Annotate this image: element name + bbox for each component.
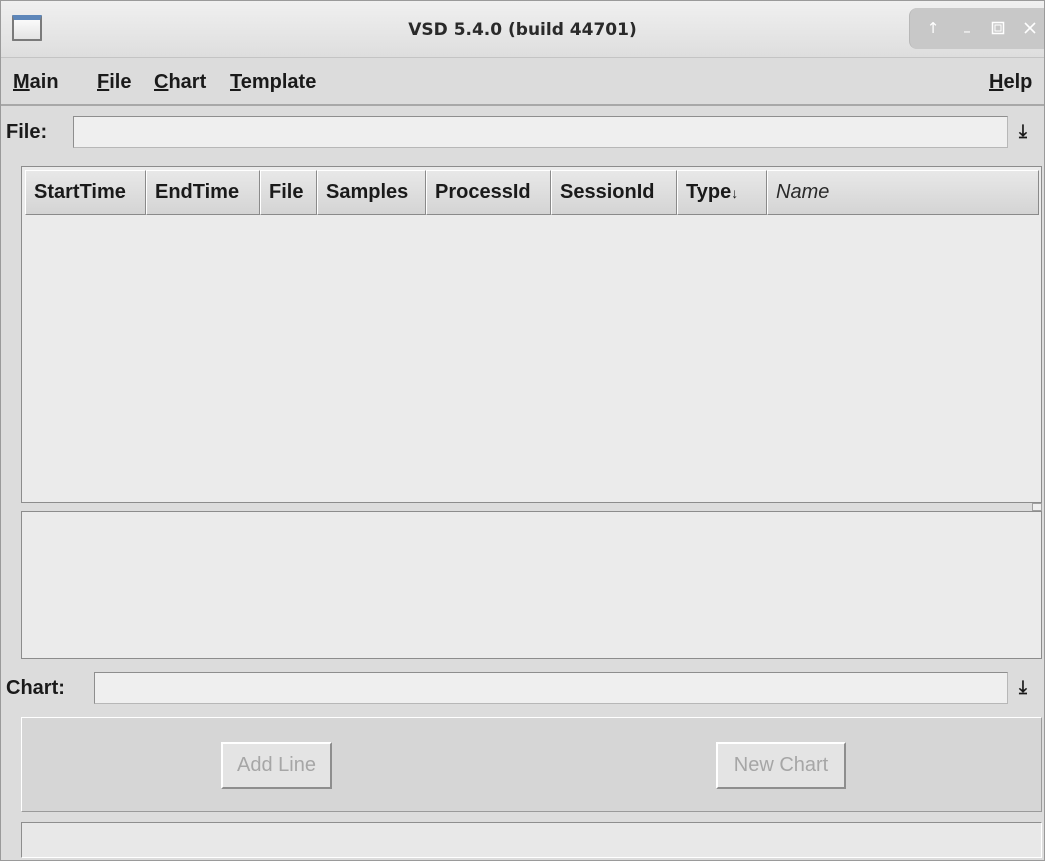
menu-chart-label: hart [168,71,207,93]
action-button-panel: Add Line New Chart [21,717,1042,812]
title-bar[interactable]: VSD 5.4.0 (build 44701) ↑ – [1,1,1044,58]
menu-main-label: ain [29,71,59,93]
column-header-type[interactable]: Type↓ [677,170,767,215]
column-header-starttime[interactable]: StartTime [25,170,146,215]
column-label: File [269,181,304,203]
menu-main[interactable]: Main [13,71,59,94]
new-chart-button[interactable]: New Chart [716,742,846,789]
sort-descending-icon: ↓ [731,185,739,201]
column-header-processid[interactable]: ProcessId [426,170,551,215]
add-line-button[interactable]: Add Line [221,742,332,789]
maximize-icon [991,21,1005,35]
column-label: Samples [326,181,409,203]
menu-help-mnemonic: H [989,71,1004,93]
menu-template[interactable]: Template [230,71,316,94]
column-label: EndTime [155,181,240,203]
column-label: SessionId [560,181,655,203]
down-to-bar-arrow-icon: ⤓ [1019,677,1027,698]
chart-combo-input[interactable] [94,672,1008,704]
stats-list-panel[interactable] [21,511,1042,659]
column-label: Name [776,181,830,203]
menu-chart[interactable]: Chart [154,71,206,94]
column-header-name[interactable]: Name [767,170,1039,215]
menu-chart-mnemonic: C [154,71,169,93]
column-label: StartTime [34,181,126,203]
menu-file-label: ile [109,71,132,93]
status-bar [21,822,1042,858]
up-arrow-icon: ↑ [926,19,940,37]
close-button[interactable] [1021,19,1039,37]
menu-file-mnemonic: F [97,71,110,93]
menu-file[interactable]: File [97,71,131,94]
minimize-button[interactable]: – [958,19,976,40]
column-header-sessionid[interactable]: SessionId [551,170,677,215]
column-header-file[interactable]: File [260,170,317,215]
menu-template-mnemonic: T [230,71,241,93]
down-to-bar-arrow-icon: ⤓ [1019,121,1027,142]
splitter-handle[interactable] [1032,503,1042,511]
column-label: ProcessId [435,181,531,203]
chart-dropdown-button[interactable]: ⤓ [1012,672,1034,704]
panel-splitter[interactable] [19,503,1044,511]
loaded-files-table[interactable]: StartTime EndTime File Samples ProcessId… [21,166,1042,503]
column-header-samples[interactable]: Samples [317,170,426,215]
column-header-endtime[interactable]: EndTime [146,170,260,215]
menu-main-mnemonic: M [13,71,30,93]
minimize-icon: – [963,22,971,40]
window-controls: ↑ – [909,8,1044,49]
maximize-button[interactable] [989,19,1007,37]
chart-label: Chart: [6,677,65,699]
table-header: StartTime EndTime File Samples ProcessId… [25,170,1039,215]
menu-help[interactable]: Help [989,71,1032,94]
file-dropdown-button[interactable]: ⤓ [1012,116,1034,148]
file-label: File: [6,121,48,143]
file-combo-input[interactable] [73,116,1008,148]
vsd-window: VSD 5.4.0 (build 44701) ↑ – Main File Ch… [0,0,1045,861]
menu-help-label: elp [1003,71,1033,93]
shade-window-button[interactable]: ↑ [924,19,942,37]
close-icon [1024,22,1036,34]
menu-bar: Main File Chart Template Help [1,59,1044,106]
column-label: Type [686,181,732,203]
window-title: VSD 5.4.0 (build 44701) [408,20,637,40]
menu-template-label: emplate [240,71,317,93]
